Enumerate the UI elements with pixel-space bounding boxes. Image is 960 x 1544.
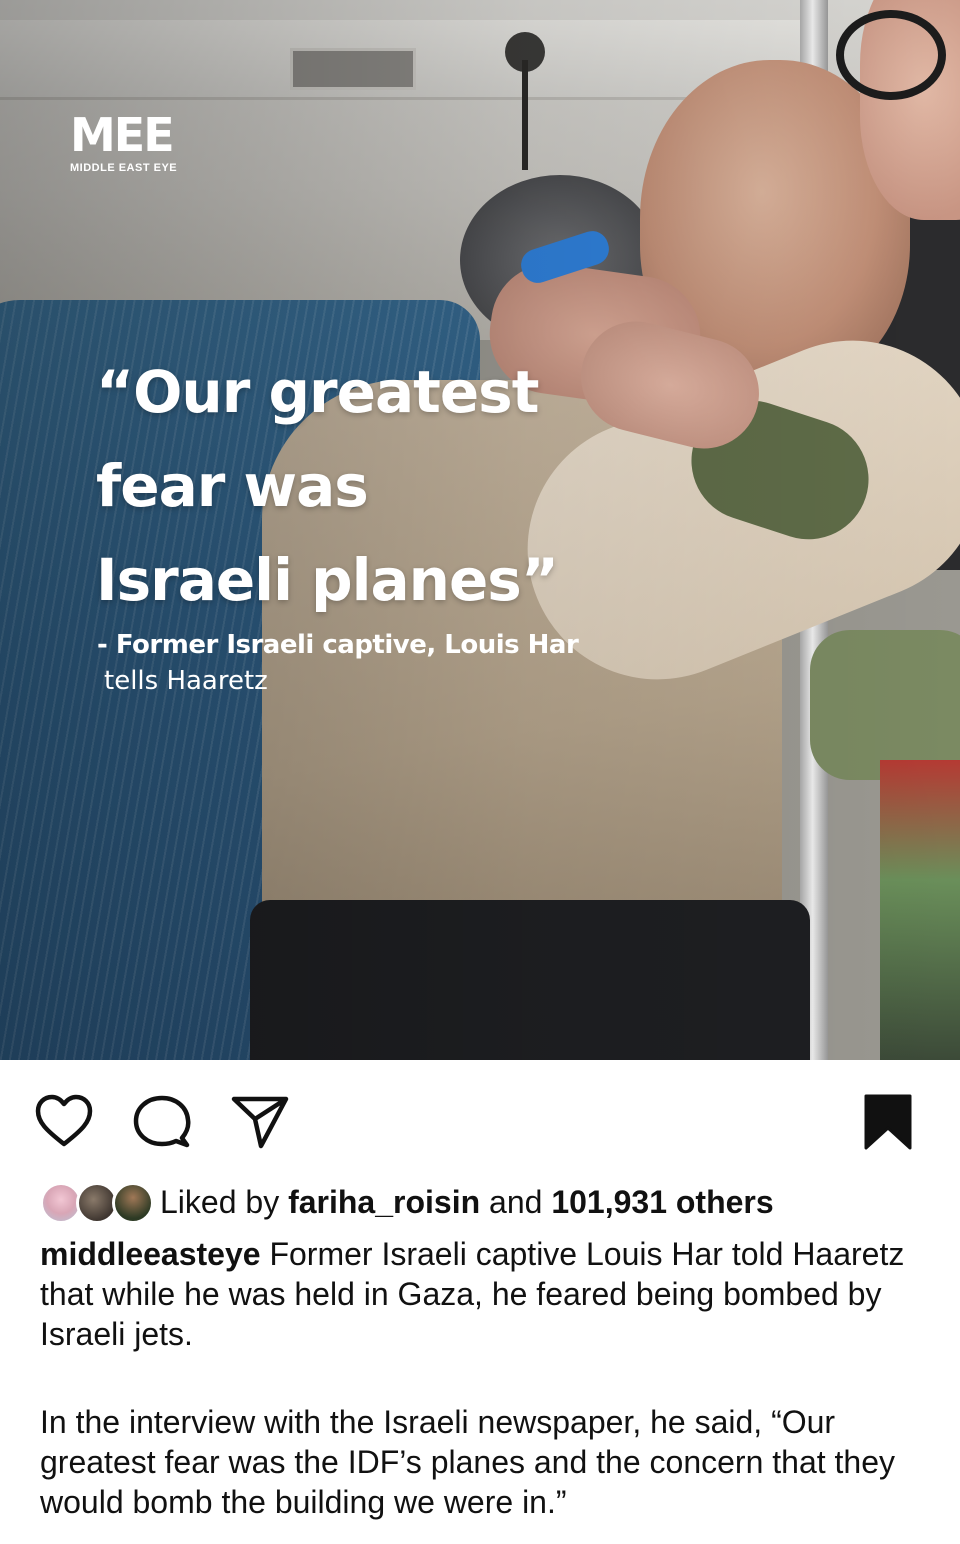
caption-paragraph: In the interview with the Israeli newspa… (40, 1404, 896, 1520)
likes-middle: and (480, 1184, 552, 1220)
quote-line: Israeli planes” (96, 546, 559, 614)
pull-quote: “Our greatest fear was Israeli planes” (96, 345, 616, 627)
like-button[interactable] (32, 1090, 96, 1154)
comment-icon (133, 1095, 191, 1148)
likes-text: Liked by fariha_roisin and 101,931 other… (160, 1184, 774, 1221)
quote-line: “Our greatest (96, 358, 539, 426)
post-caption: middleeasteye Former Israeli captive Lou… (40, 1234, 940, 1522)
share-button[interactable] (228, 1090, 292, 1154)
logo-mark: MEE (70, 108, 175, 162)
logo-text: MIDDLE EAST EYE (70, 162, 178, 174)
quote-line: fear was (96, 452, 369, 520)
caption-username[interactable]: middleeasteye (40, 1236, 261, 1272)
liked-by-username[interactable]: fariha_roisin (288, 1184, 480, 1220)
mee-logo: MEE MIDDLE EAST EYE (70, 112, 190, 174)
share-icon (231, 1096, 289, 1149)
post-action-bar (0, 1060, 960, 1180)
caption-paragraph: middleeasteye Former Israeli captive Lou… (40, 1234, 940, 1354)
quote-attribution: - Former Israeli captive, Louis Har (97, 630, 579, 660)
heart-icon (35, 1094, 93, 1147)
likes-prefix: Liked by (160, 1184, 289, 1220)
quote-attribution-source: tells Haaretz (104, 666, 268, 696)
likes-count[interactable]: 101,931 others (551, 1184, 773, 1220)
save-button[interactable] (856, 1090, 920, 1154)
likes-row[interactable]: Liked by fariha_roisin and 101,931 other… (40, 1180, 940, 1226)
bookmark-icon (864, 1094, 912, 1150)
avatar[interactable] (112, 1182, 154, 1224)
post-image[interactable]: MEE MIDDLE EAST EYE “Our greatest fear w… (0, 0, 960, 1060)
comment-button[interactable] (130, 1090, 194, 1154)
